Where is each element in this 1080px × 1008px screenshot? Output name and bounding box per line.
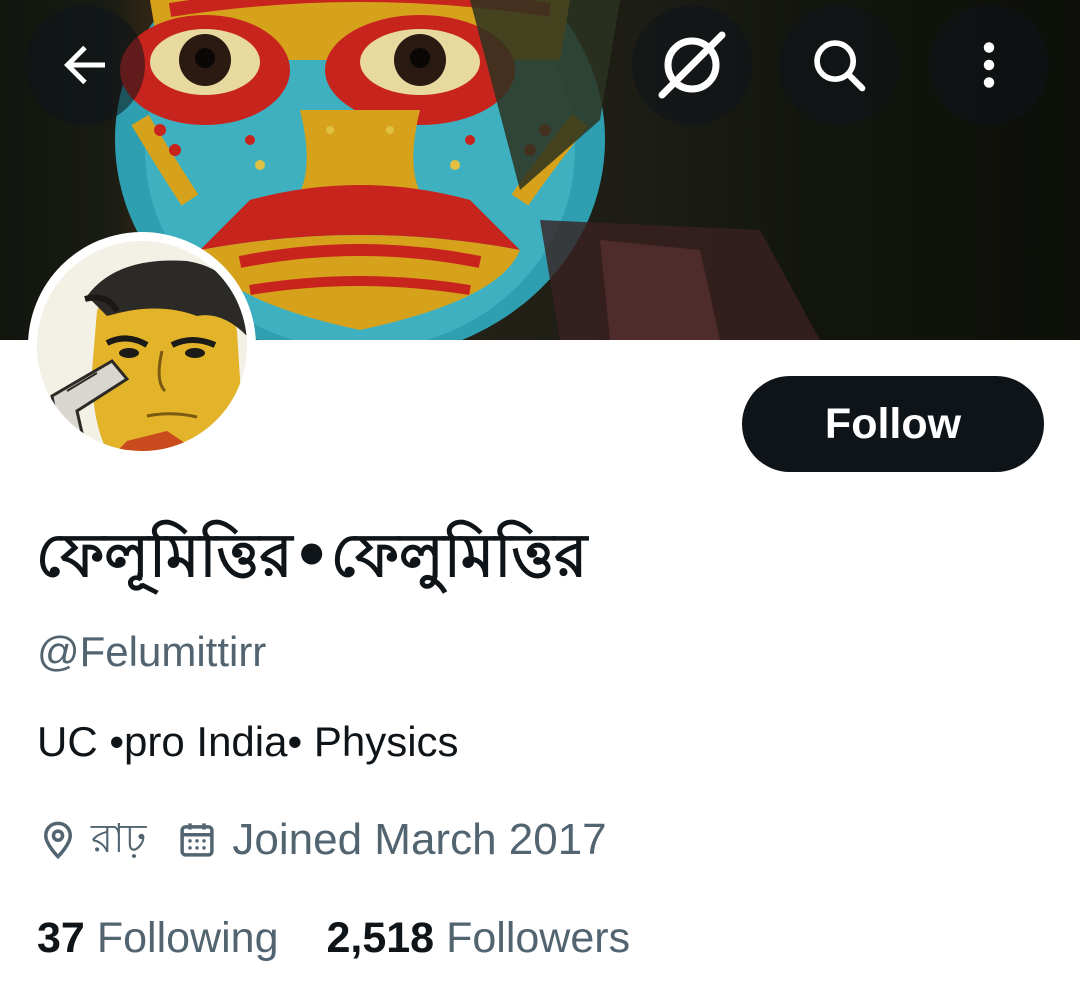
joined-item: Joined March 2017 [176,815,607,865]
search-button[interactable] [779,5,899,125]
grok-icon [658,31,726,99]
avatar-image [37,241,247,451]
user-bio: UC •pro India• Physics [37,718,459,765]
followers-label: Followers [446,914,631,962]
joined-date: Joined March 2017 [232,815,607,864]
display-name: ফেলূমিত্তির•ফেলুমিত্তির [36,521,588,591]
follow-button[interactable]: Follow [742,376,1044,472]
search-icon [814,40,866,92]
user-handle: @Felumittirr [37,628,267,675]
back-button[interactable] [25,5,145,125]
more-button[interactable] [929,5,1049,125]
calendar-icon [180,823,215,857]
following-link[interactable]: 37 Following [37,914,278,963]
arrow-left-icon [64,45,105,85]
following-label: Following [96,914,279,962]
profile-stats: 37 Following 2,518 Followers [37,914,630,963]
followers-link[interactable]: 2,518 Followers [326,914,630,963]
avatar[interactable] [28,232,256,460]
location-pin-icon [43,821,73,860]
followers-count: 2,518 [326,914,435,962]
following-count: 37 [37,914,85,962]
profile-meta: রাঢ় Joined March 2017 [37,812,607,868]
location-text: রাঢ় [91,815,147,862]
more-vertical-icon [983,42,995,88]
grok-button[interactable] [632,5,752,125]
location-item: রাঢ় [37,807,146,874]
